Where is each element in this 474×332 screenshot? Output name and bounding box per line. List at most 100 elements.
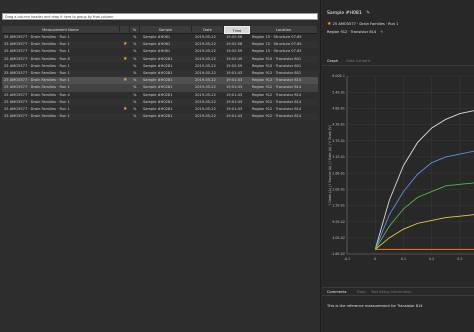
iv-curve-chart[interactable]: 6.00E-1 5.4E-01 4.8E-01 4.3E-01 3.7E-01 3.1E-… [325,70,474,275]
detail-pane: Sample #H081 ✎ ★ 25 AMO5577 · Drain Fami… [322,0,474,332]
column-header-sample[interactable]: Sample [140,26,192,34]
star-icon[interactable]: ★ [327,21,331,27]
star-icon[interactable] [123,63,131,70]
cell-date: 2019-05-22 [195,99,216,104]
star-icon[interactable]: ★ [123,56,131,63]
tab-data[interactable]: Data [357,288,366,297]
cell-sample: Sample #H0281 [143,56,173,61]
cell-location: Region 912 · Transistor 814 [252,92,302,97]
cell-time: 19:01:43 [226,114,243,119]
star-icon[interactable]: ★ [123,41,131,48]
cell-location: Region 912 · Transistor 814 [252,107,302,111]
y-tick-label: 3.1E-01 [332,155,345,159]
x-tick-label: 0.3 [457,257,462,261]
cell-measurement-name: 25 AMO5577 · Drain Families · Run 1 [4,78,70,83]
cell-time: 19:02:56 [226,42,243,47]
table-row[interactable]: 25 AMO5577 · Drain Families · Run 1% Samp… [2,63,318,70]
table-row[interactable]: 25 AMO5577 · Drain Families · Run 1% Samp… [2,70,318,78]
y-tick-label: -1.6E-02 [331,252,345,256]
pencil-icon[interactable]: ✎ [366,11,370,16]
star-icon[interactable] [123,84,131,91]
group-by-drop-zone[interactable]: Drag a column header and drop it here to… [2,13,318,20]
cell-date: 2019-05-22 [195,92,216,97]
tab-graph[interactable]: Graph [327,57,338,66]
cell-sample: Sample #H0281 [143,107,173,111]
tab-test-setup-information[interactable]: Test Setup Information [371,288,412,297]
column-header-location[interactable]: Location [250,26,318,34]
cell-percent: % [133,71,137,75]
y-tick-label: 4.8E-01 [332,107,345,111]
table-row[interactable]: 25 AMO5577 · Drain Families · Run 1% Samp… [2,113,318,121]
series-line-1 [374,150,474,250]
star-icon[interactable] [123,99,131,106]
cell-time: 19:02:56 [226,35,243,39]
cell-date: 2019-05-22 [195,56,216,61]
cell-sample: Sample #H0281 [143,114,173,119]
column-header-flag[interactable] [120,26,130,34]
x-tick-label: 0.2 [429,257,434,261]
column-header-percent[interactable]: % [130,26,140,34]
table-row[interactable]: 25 AMO5577 · Drain Families · Run 1 ★% Sam… [2,77,318,85]
cell-location: Region 915 · Transistor 801 [252,63,302,68]
cell-percent: % [133,35,137,39]
x-tick-label: -0.1 [344,257,350,261]
column-header-date[interactable]: Date [192,26,224,34]
star-icon[interactable] [123,113,131,120]
y-tick-label: 2.0E-01 [332,187,345,191]
cell-date: 2019-05-22 [195,63,216,68]
star-icon[interactable] [123,34,131,41]
table-row[interactable]: 25 AMO5577 · Drain Families · Run 4% Samp… [2,92,318,99]
cell-sample: Sample #H061 [143,42,171,47]
measurement-grid-pane: Drag a column header and drop it here to… [0,0,321,332]
cell-location: Region 912 · Transistor 814 [252,85,302,90]
tab-data-content[interactable]: Data Content [346,57,370,66]
cell-time: 19:01:43 [226,85,243,90]
cell-sample: Sample #H0281 [143,63,173,68]
column-header-time[interactable]: Time [224,26,250,34]
cell-percent: % [133,114,137,119]
cell-date: 2019-05-22 [195,85,216,90]
cell-measurement-name: 25 AMO5577 · Drain Families · Run 1 [4,114,70,119]
plot-area[interactable]: 6.00E-1 5.4E-01 4.8E-01 4.3E-01 3.7E-01 3.1E-… [325,70,474,275]
cell-time: 19:02:59 [226,49,243,54]
table-row[interactable]: 25 AMO5577 · Drain Families · Run 1% Samp… [2,84,318,92]
comment-text[interactable]: This is the reference measurement for Tr… [327,304,423,308]
cell-location: Region 915 · Transistor 801 [252,56,302,61]
cell-sample: Sample #H0281 [143,85,173,90]
cell-measurement-name: 25 AMO5577 · Drain Families · Run 1 [4,63,70,68]
x-tick-label: 0.1 [401,257,406,261]
cell-measurement-name: 25 AMO5577 · Drain Families · Run 1 [4,99,70,104]
cell-location: Region 912 · Transistor 814 [252,78,302,83]
cell-date: 2019-05-22 [195,35,216,39]
star-icon[interactable]: ★ [123,106,131,113]
cell-date: 2019-05-22 [195,49,216,54]
cell-sample: Sample #H061 [143,49,171,54]
cell-percent: % [133,56,137,61]
cell-sample: Sample #H061 [143,35,171,39]
cell-measurement-name: 25 AMO5577 · Drain Families · Run 1 [4,35,70,39]
measurement-name: 25 AMO5577 · Drain Families · Run 1 [332,22,399,26]
cell-location: Region 15 · Structure 07.65 [252,49,302,54]
column-header-measurement-name[interactable]: Measurement Name [2,26,120,34]
table-row[interactable]: 25 AMO5577 · Drain Families · Run 1% Samp… [2,98,318,106]
x-tick-label: 0 [374,257,376,261]
table-row[interactable]: 25 AMO5577 · Drain Families · Run 1 ★% Sam… [2,106,318,113]
grid-header-row: Measurement Name % Sample Date Time Loca… [2,26,318,34]
pencil-icon[interactable]: ✎ [380,30,383,34]
star-icon[interactable] [123,48,131,55]
table-row[interactable]: 25 AMO5577 · Drain Families · Run 8 ★% Sam… [2,55,318,63]
star-icon[interactable] [123,70,131,77]
cell-percent: % [133,49,137,54]
sample-title: Sample #H081 [327,11,362,16]
star-icon[interactable]: ★ [123,77,131,84]
table-row[interactable]: 25 AMO5577 · Drain Families · Run 1% Samp… [2,34,318,41]
y-tick-label: 6.00E-1 [332,74,345,78]
table-row[interactable]: 25 AMO5577 · Drain Families · Run 1% Samp… [2,48,318,55]
table-row[interactable]: 25 AMO5577 · Drain Families · Run 1 ★% Sam… [2,41,318,49]
cell-measurement-name: 25 AMO5577 · Drain Families · Run 1 [4,107,70,111]
star-icon[interactable] [123,92,131,99]
cell-percent: % [133,63,137,68]
y-tick-label: 3.7E-01 [332,139,345,143]
cell-measurement-name: 25 AMO5577 · Drain Families · Run 8 [4,56,70,61]
tab-comments[interactable]: Comments [327,288,346,297]
